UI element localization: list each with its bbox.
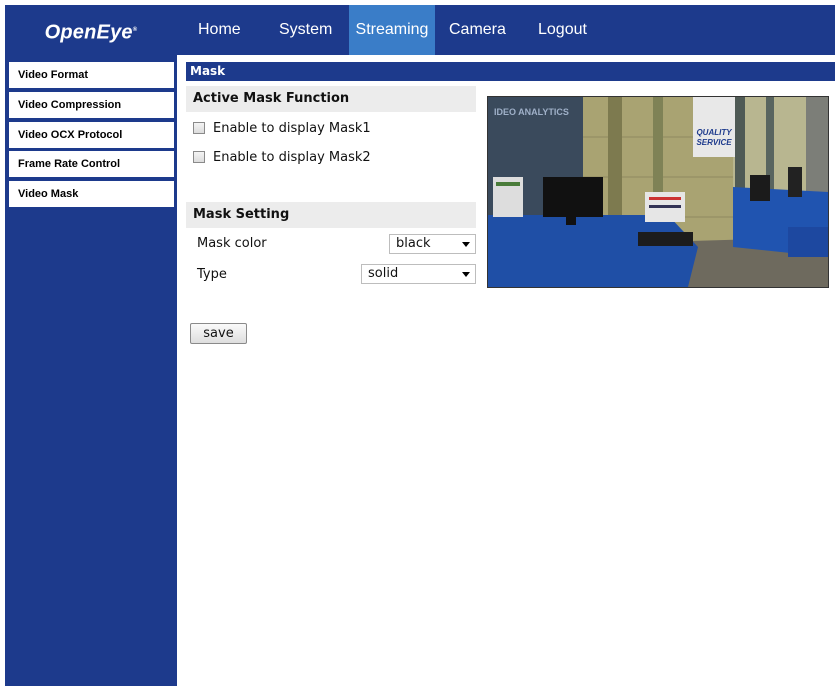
mask2-label: Enable to display Mask2 <box>213 149 371 165</box>
nav-logout[interactable]: Logout <box>527 5 597 55</box>
type-label: Type <box>197 267 227 282</box>
sidebar-item-video-mask[interactable]: Video Mask <box>9 181 174 207</box>
type-value: solid <box>368 266 399 281</box>
registered-mark: ® <box>132 27 138 33</box>
preview-banner-line2: SERVICE <box>696 138 732 147</box>
mask1-row: Enable to display Mask1 <box>193 119 371 137</box>
camera-preview-image: IDEO ANALYTICS QUALITY SERVICE <box>488 97 828 287</box>
mask-setting-heading: Mask Setting <box>186 202 476 228</box>
chevron-down-icon <box>462 242 470 247</box>
logo-text: OpenEye <box>44 21 133 44</box>
openeye-logo[interactable]: OpenEye® <box>5 5 177 55</box>
sidebar-item-video-format[interactable]: Video Format <box>9 62 174 88</box>
save-button[interactable]: save <box>190 323 247 344</box>
mask-color-label: Mask color <box>197 236 267 251</box>
type-select[interactable]: solid <box>361 264 476 284</box>
preview-sign-text: IDEO ANALYTICS <box>494 107 569 117</box>
sidebar-item-video-compression[interactable]: Video Compression <box>9 92 174 118</box>
nav-home[interactable]: Home <box>186 5 254 55</box>
mask1-label: Enable to display Mask1 <box>213 120 371 136</box>
nav-streaming[interactable]: Streaming <box>349 5 435 55</box>
sidebar-item-video-ocx-protocol[interactable]: Video OCX Protocol <box>9 122 174 148</box>
top-navigation-bar: OpenEye® Home System Streaming Camera Lo… <box>5 5 835 55</box>
mask1-checkbox[interactable] <box>193 122 205 134</box>
preview-banner-line1: QUALITY <box>696 128 732 137</box>
sidebar-item-frame-rate-control[interactable]: Frame Rate Control <box>9 151 174 177</box>
nav-system[interactable]: System <box>267 5 343 55</box>
mask2-checkbox[interactable] <box>193 151 205 163</box>
mask-color-value: black <box>396 236 431 251</box>
chevron-down-icon <box>462 272 470 277</box>
nav-camera[interactable]: Camera <box>439 5 519 55</box>
page-title: Mask <box>186 62 835 81</box>
camera-preview[interactable]: IDEO ANALYTICS QUALITY SERVICE <box>487 96 829 288</box>
mask2-row: Enable to display Mask2 <box>193 148 371 166</box>
active-mask-heading: Active Mask Function <box>186 86 476 112</box>
mask-color-select[interactable]: black <box>389 234 476 254</box>
sidebar: Video Format Video Compression Video OCX… <box>5 55 177 686</box>
